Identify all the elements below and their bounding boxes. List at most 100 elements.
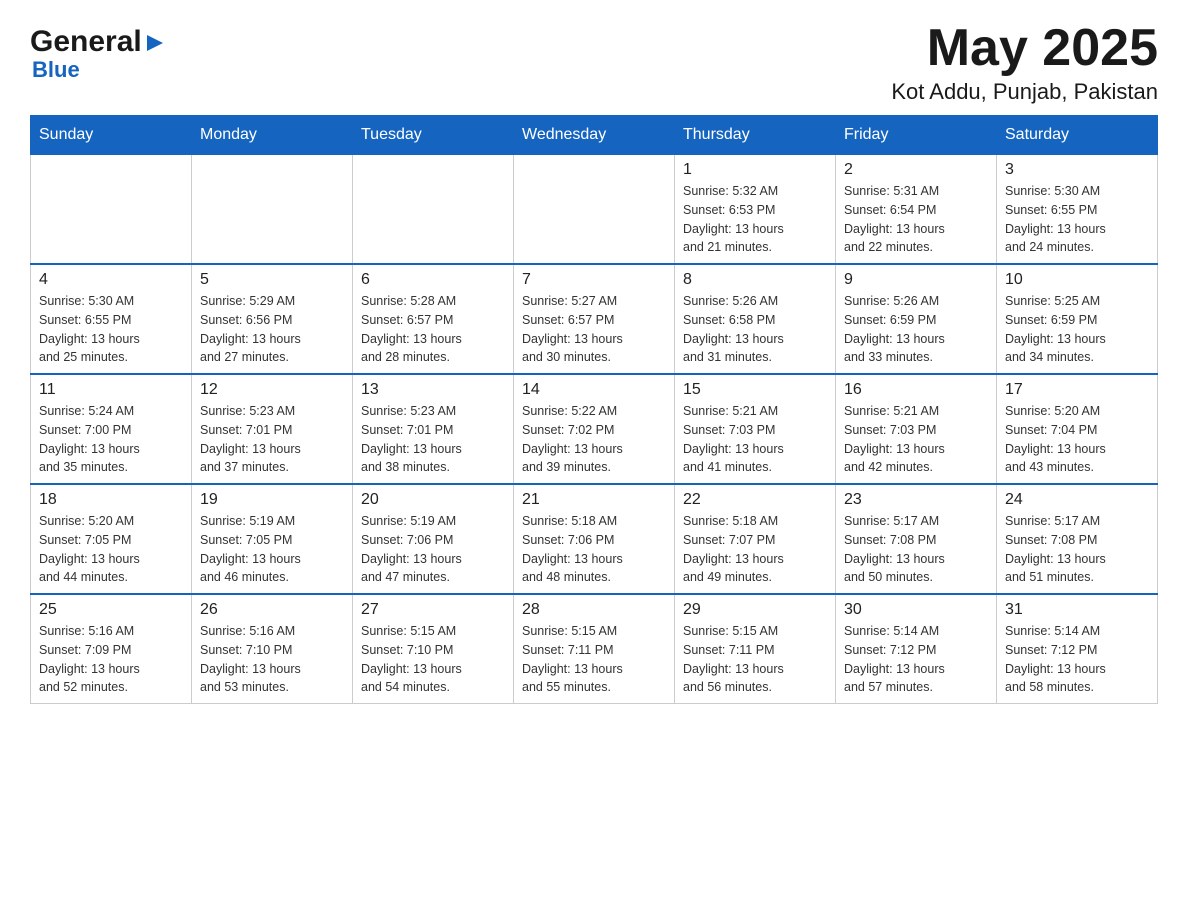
day-info: Sunrise: 5:23 AM Sunset: 7:01 PM Dayligh… [200,402,344,477]
day-number: 21 [522,491,666,509]
day-number: 2 [844,161,988,179]
logo-general: General [30,25,165,59]
table-row: 15Sunrise: 5:21 AM Sunset: 7:03 PM Dayli… [675,374,836,484]
day-number: 3 [1005,161,1149,179]
day-info: Sunrise: 5:24 AM Sunset: 7:00 PM Dayligh… [39,402,183,477]
day-number: 29 [683,601,827,619]
table-row: 12 Sunrise: 5:23 AM Sunset: 7:01 PM Dayli… [192,374,353,484]
logo: General Blue [30,20,165,83]
day-number: 7 [522,271,666,289]
table-row: 29 Sunrise: 5:15 AM Sunset: 7:11 PM Dayli… [675,594,836,704]
table-row: 14 Sunrise: 5:22 AM Sunset: 7:02 PM Dayli… [514,374,675,484]
day-number: 9 [844,271,988,289]
col-tuesday: Tuesday [353,116,514,155]
day-number: 26 [200,601,344,619]
table-row: 8 Sunrise: 5:26 AM Sunset: 6:58 PM Daylig… [675,264,836,374]
col-friday: Friday [836,116,997,155]
calendar-week-row: 4 Sunrise: 5:30 AM Sunset: 6:55 PM Daylig… [31,264,1158,374]
table-row: 2 Sunrise: 5:31 AM Sunset: 6:54 PM Daylig… [836,155,997,265]
logo-arrow-icon [145,25,165,59]
table-row: 21 Sunrise: 5:18 AM Sunset: 7:06 PM Dayli… [514,484,675,594]
col-sunday: Sunday [31,116,192,155]
calendar-week-row: 18 Sunrise: 5:20 AM Sunset: 7:05 PM Dayli… [31,484,1158,594]
day-info: Sunrise: 5:27 AM Sunset: 6:57 PM Dayligh… [522,292,666,367]
table-row: 22 Sunrise: 5:18 AM Sunset: 7:07 PM Dayli… [675,484,836,594]
calendar-table: Sunday Monday Tuesday Wednesday Thursday… [30,115,1158,704]
table-row: 6 Sunrise: 5:28 AM Sunset: 6:57 PM Daylig… [353,264,514,374]
day-info: Sunrise: 5:20 AM Sunset: 7:04 PM Dayligh… [1005,402,1149,477]
day-info: Sunrise: 5:17 AM Sunset: 7:08 PM Dayligh… [844,512,988,587]
day-info: Sunrise: 5:15 AM Sunset: 7:11 PM Dayligh… [683,622,827,697]
day-info: Sunrise: 5:32 AM Sunset: 6:53 PM Dayligh… [683,182,827,257]
table-row: 18 Sunrise: 5:20 AM Sunset: 7:05 PM Dayli… [31,484,192,594]
day-number: 17 [1005,381,1149,399]
table-row: 1 Sunrise: 5:32 AM Sunset: 6:53 PM Daylig… [675,155,836,265]
day-info: Sunrise: 5:31 AM Sunset: 6:54 PM Dayligh… [844,182,988,257]
location-subtitle: Kot Addu, Punjab, Pakistan [891,79,1158,105]
table-row: 26 Sunrise: 5:16 AM Sunset: 7:10 PM Dayli… [192,594,353,704]
table-row: 24Sunrise: 5:17 AM Sunset: 7:08 PM Dayli… [997,484,1158,594]
day-info: Sunrise: 5:18 AM Sunset: 7:06 PM Dayligh… [522,512,666,587]
day-number: 27 [361,601,505,619]
day-info: Sunrise: 5:16 AM Sunset: 7:09 PM Dayligh… [39,622,183,697]
day-info: Sunrise: 5:19 AM Sunset: 7:05 PM Dayligh… [200,512,344,587]
col-wednesday: Wednesday [514,116,675,155]
table-row [514,155,675,265]
day-info: Sunrise: 5:16 AM Sunset: 7:10 PM Dayligh… [200,622,344,697]
day-number: 25 [39,601,183,619]
day-number: 6 [361,271,505,289]
day-info: Sunrise: 5:26 AM Sunset: 6:58 PM Dayligh… [683,292,827,367]
table-row: 16Sunrise: 5:21 AM Sunset: 7:03 PM Dayli… [836,374,997,484]
day-info: Sunrise: 5:30 AM Sunset: 6:55 PM Dayligh… [39,292,183,367]
col-saturday: Saturday [997,116,1158,155]
table-row: 25 Sunrise: 5:16 AM Sunset: 7:09 PM Dayli… [31,594,192,704]
day-info: Sunrise: 5:15 AM Sunset: 7:11 PM Dayligh… [522,622,666,697]
day-number: 13 [361,381,505,399]
day-info: Sunrise: 5:23 AM Sunset: 7:01 PM Dayligh… [361,402,505,477]
page-header: General Blue May 2025 Kot Addu, Punjab, … [30,20,1158,105]
day-number: 4 [39,271,183,289]
day-info: Sunrise: 5:26 AM Sunset: 6:59 PM Dayligh… [844,292,988,367]
day-info: Sunrise: 5:28 AM Sunset: 6:57 PM Dayligh… [361,292,505,367]
day-info: Sunrise: 5:22 AM Sunset: 7:02 PM Dayligh… [522,402,666,477]
logo-general-text: General [30,25,142,59]
day-info: Sunrise: 5:18 AM Sunset: 7:07 PM Dayligh… [683,512,827,587]
col-monday: Monday [192,116,353,155]
table-row: 10Sunrise: 5:25 AM Sunset: 6:59 PM Dayli… [997,264,1158,374]
month-year-title: May 2025 [891,20,1158,77]
day-info: Sunrise: 5:25 AM Sunset: 6:59 PM Dayligh… [1005,292,1149,367]
day-number: 14 [522,381,666,399]
calendar-header-row: Sunday Monday Tuesday Wednesday Thursday… [31,116,1158,155]
table-row: 31Sunrise: 5:14 AM Sunset: 7:12 PM Dayli… [997,594,1158,704]
table-row: 30Sunrise: 5:14 AM Sunset: 7:12 PM Dayli… [836,594,997,704]
day-number: 12 [200,381,344,399]
day-number: 5 [200,271,344,289]
day-info: Sunrise: 5:21 AM Sunset: 7:03 PM Dayligh… [844,402,988,477]
day-info: Sunrise: 5:15 AM Sunset: 7:10 PM Dayligh… [361,622,505,697]
day-number: 19 [200,491,344,509]
table-row: 19 Sunrise: 5:19 AM Sunset: 7:05 PM Dayli… [192,484,353,594]
day-number: 1 [683,161,827,179]
table-row: 28 Sunrise: 5:15 AM Sunset: 7:11 PM Dayli… [514,594,675,704]
calendar-week-row: 11Sunrise: 5:24 AM Sunset: 7:00 PM Dayli… [31,374,1158,484]
day-info: Sunrise: 5:29 AM Sunset: 6:56 PM Dayligh… [200,292,344,367]
day-number: 23 [844,491,988,509]
table-row: 3Sunrise: 5:30 AM Sunset: 6:55 PM Daylig… [997,155,1158,265]
day-info: Sunrise: 5:20 AM Sunset: 7:05 PM Dayligh… [39,512,183,587]
logo-blue-text: Blue [32,57,80,83]
col-thursday: Thursday [675,116,836,155]
calendar-week-row: 1 Sunrise: 5:32 AM Sunset: 6:53 PM Daylig… [31,155,1158,265]
day-number: 20 [361,491,505,509]
day-number: 15 [683,381,827,399]
day-number: 28 [522,601,666,619]
table-row: 17 Sunrise: 5:20 AM Sunset: 7:04 PM Dayli… [997,374,1158,484]
day-info: Sunrise: 5:14 AM Sunset: 7:12 PM Dayligh… [844,622,988,697]
table-row: 4 Sunrise: 5:30 AM Sunset: 6:55 PM Daylig… [31,264,192,374]
calendar-week-row: 25 Sunrise: 5:16 AM Sunset: 7:09 PM Dayli… [31,594,1158,704]
title-section: May 2025 Kot Addu, Punjab, Pakistan [891,20,1158,105]
day-info: Sunrise: 5:14 AM Sunset: 7:12 PM Dayligh… [1005,622,1149,697]
day-number: 22 [683,491,827,509]
day-number: 18 [39,491,183,509]
day-number: 8 [683,271,827,289]
table-row: 5 Sunrise: 5:29 AM Sunset: 6:56 PM Daylig… [192,264,353,374]
